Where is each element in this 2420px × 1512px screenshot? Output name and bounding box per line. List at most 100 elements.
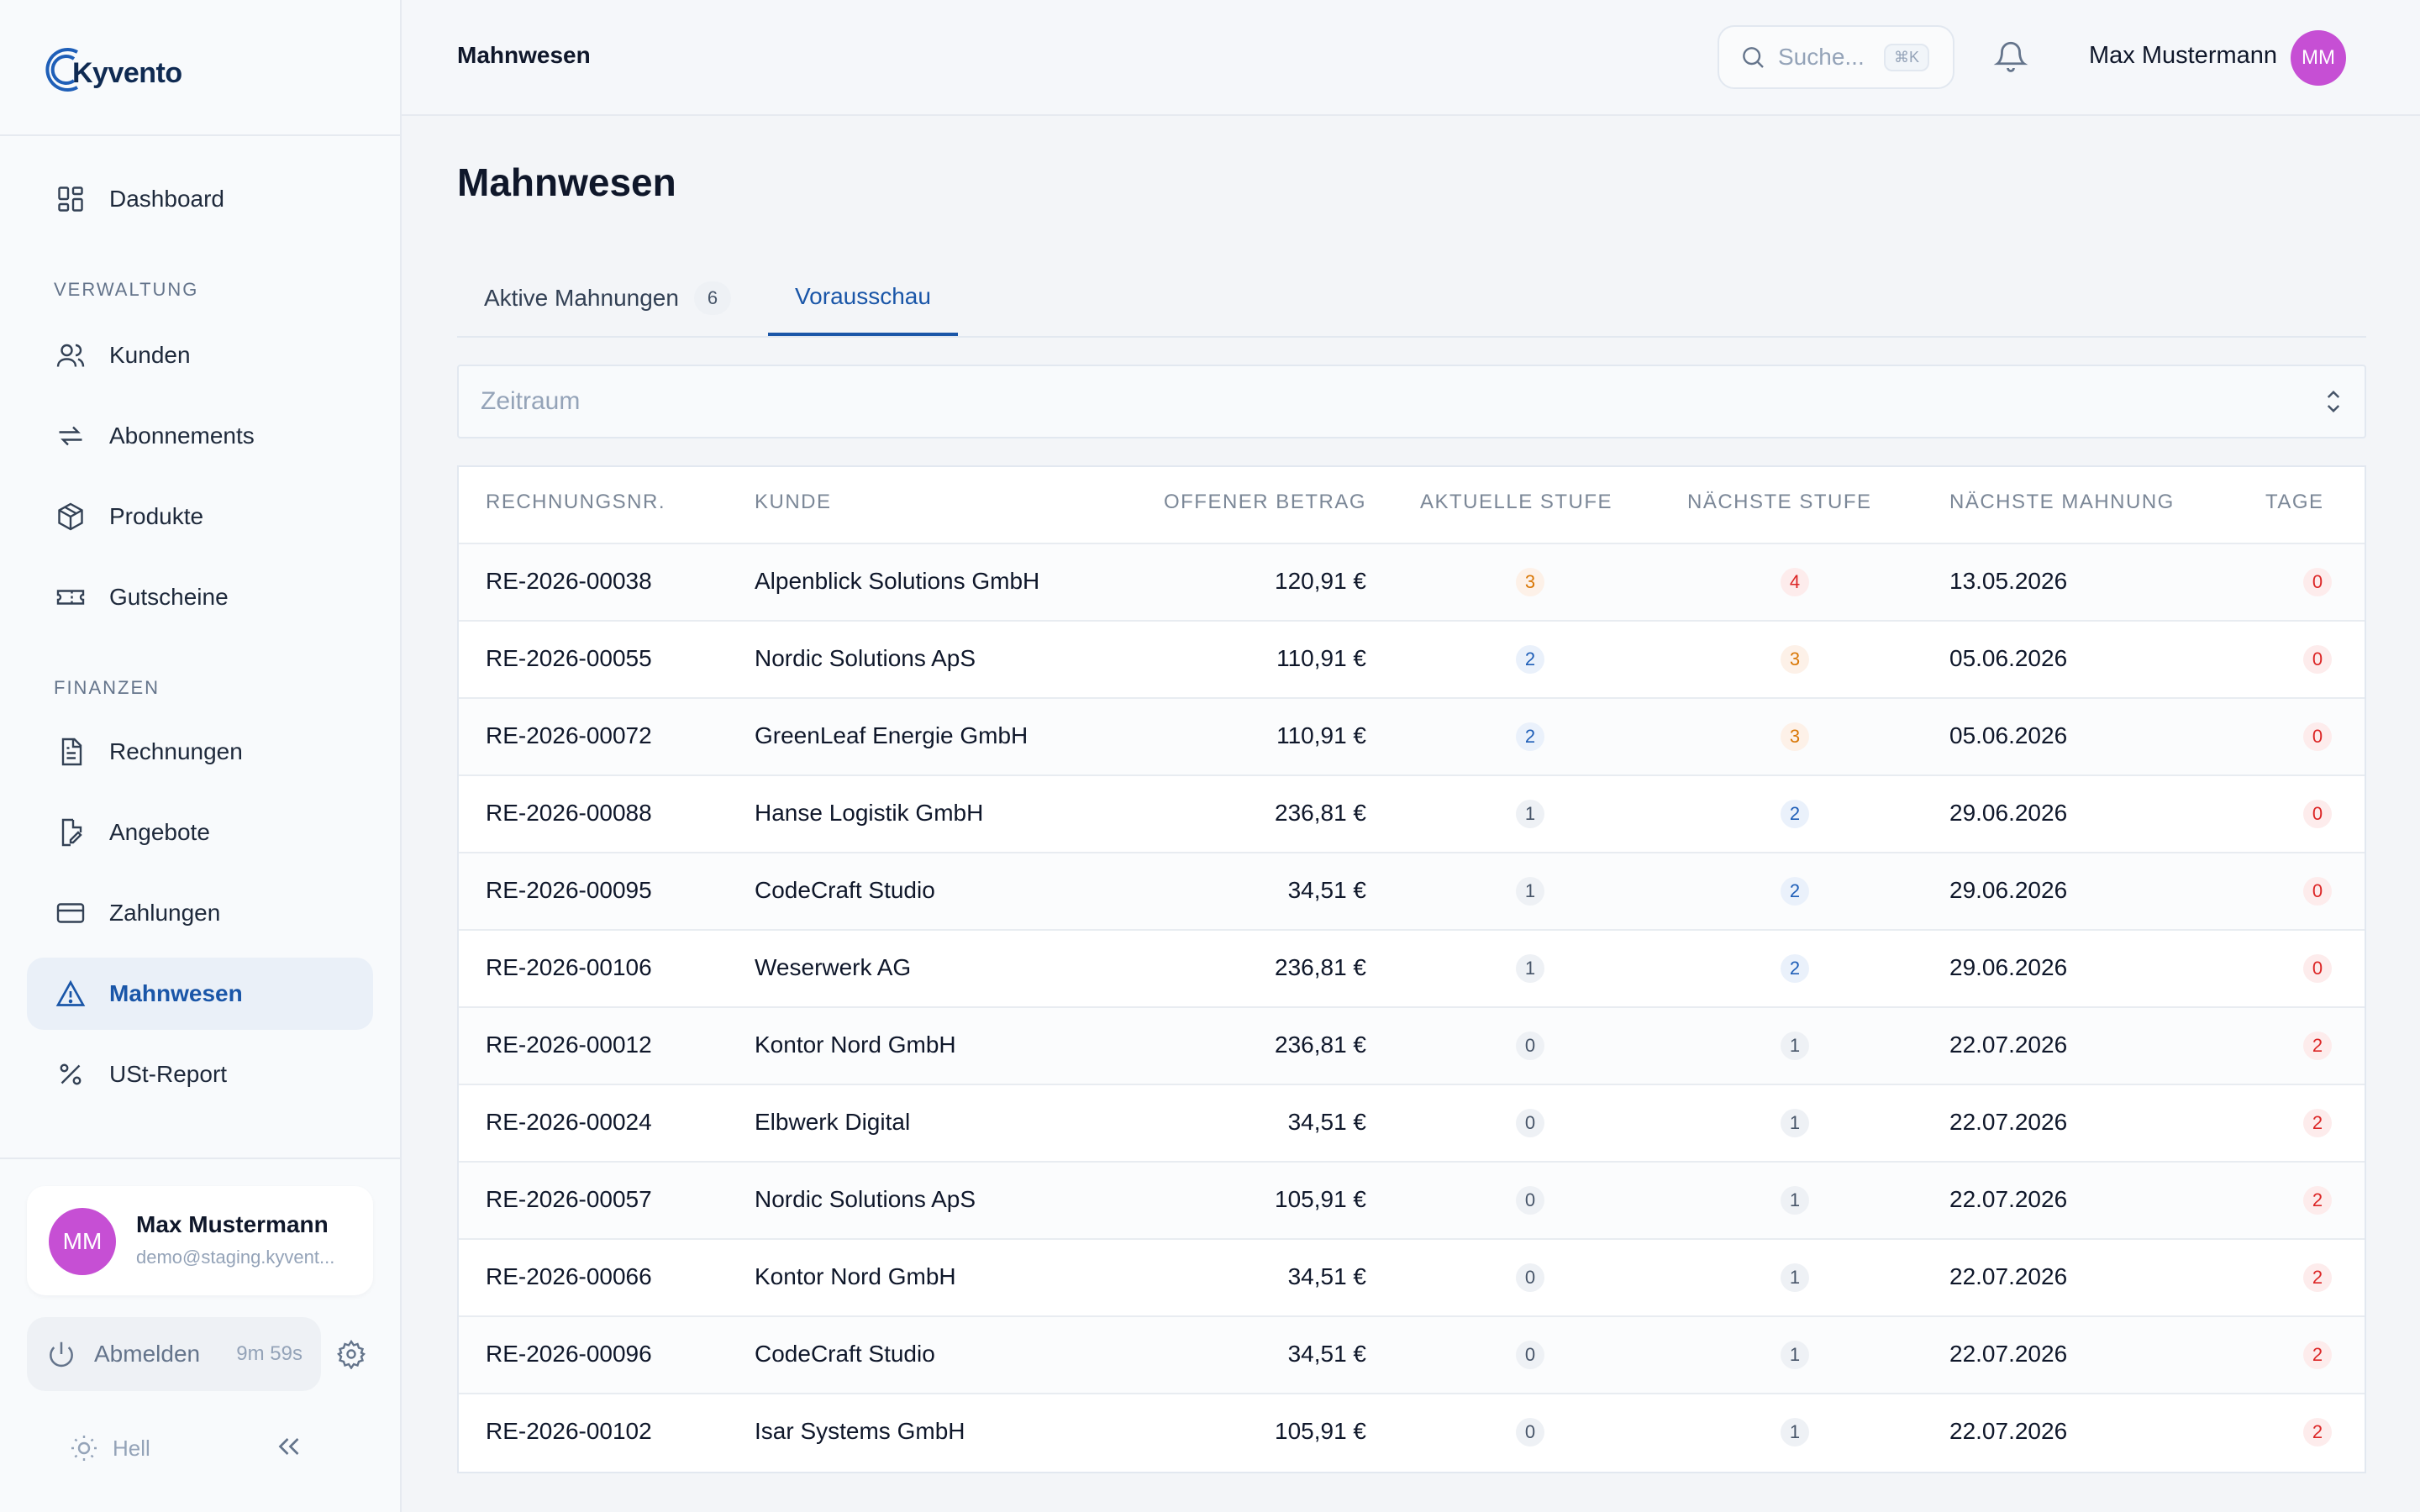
sidebar-item-label: Gutscheine: [109, 584, 229, 610]
cell-invoice[interactable]: RE-2026-00072: [486, 722, 652, 749]
header-user-name[interactable]: Max Mustermann: [2089, 42, 2277, 70]
table-row[interactable]: RE-2026-00088 Hanse Logistik GmbH 236,81 €…: [459, 776, 2365, 853]
current-level-badge: 3: [1516, 568, 1544, 596]
next-level-badge: 1: [1781, 1109, 1809, 1137]
brand-name: Kyvento: [72, 57, 182, 89]
user-card[interactable]: MM Max Mustermann demo@staging.kyvent...: [27, 1186, 373, 1295]
days-badge: 2: [2303, 1263, 2332, 1292]
cell-invoice[interactable]: RE-2026-00106: [486, 954, 652, 981]
table-row[interactable]: RE-2026-00072 GreenLeaf Energie GmbH 110,9…: [459, 699, 2365, 776]
table-row[interactable]: RE-2026-00012 Kontor Nord GmbH 236,81 € 0 1 2…: [459, 1008, 2365, 1085]
cell-customer: Isar Systems GmbH: [755, 1418, 965, 1444]
logout-button[interactable]: Abmelden 9m 59s: [27, 1317, 321, 1391]
credit-card-icon: [54, 896, 87, 930]
next-level-badge: 1: [1781, 1341, 1809, 1369]
cell-next-date: 29.06.2026: [1949, 877, 2068, 903]
tab-vorausschau[interactable]: Vorausschau: [768, 260, 958, 336]
cell-invoice[interactable]: RE-2026-00102: [486, 1418, 652, 1445]
search-input[interactable]: Suche... ⌘K: [1718, 25, 1954, 89]
cell-next-date: 05.06.2026: [1949, 645, 2068, 671]
next-level-badge: 3: [1781, 722, 1809, 751]
sidebar-item-abonnements[interactable]: Abonnements: [27, 400, 373, 472]
sidebar-item-mahnwesen[interactable]: Mahnwesen: [27, 958, 373, 1030]
tab-aktive-mahnungen[interactable]: Aktive Mahnungen 6: [484, 260, 731, 336]
gear-icon[interactable]: [336, 1339, 366, 1369]
sidebar-item-label: Angebote: [109, 819, 210, 845]
cell-invoice[interactable]: RE-2026-00038: [486, 568, 652, 595]
header-avatar[interactable]: MM: [2291, 30, 2346, 86]
cell-customer: Kontor Nord GmbH: [755, 1263, 956, 1289]
search-icon: [1743, 47, 1764, 68]
sidebar-item-produkte[interactable]: Produkte: [27, 480, 373, 553]
bell-icon[interactable]: [1993, 39, 2028, 74]
cell-amount: 34,51 €: [1287, 1109, 1366, 1135]
current-level-badge: 1: [1516, 954, 1544, 983]
days-badge: 0: [2303, 954, 2332, 983]
users-icon: [54, 339, 87, 372]
section-finanzen: FINANZEN: [54, 677, 160, 698]
sidebar-item-label: Abonnements: [109, 423, 255, 449]
table-row[interactable]: RE-2026-00024 Elbwerk Digital 34,51 € 0 1 22.…: [459, 1085, 2365, 1163]
next-level-badge: 1: [1781, 1186, 1809, 1215]
days-badge: 2: [2303, 1341, 2332, 1369]
col-days: TAGE: [2265, 491, 2324, 513]
table-row[interactable]: RE-2026-00095 CodeCraft Studio 34,51 € 1 2 29…: [459, 853, 2365, 931]
cell-next-date: 13.05.2026: [1949, 568, 2068, 594]
table-row[interactable]: RE-2026-00106 Weserwerk AG 236,81 € 1 2 29.06…: [459, 931, 2365, 1008]
days-badge: 2: [2303, 1418, 2332, 1446]
table-row[interactable]: RE-2026-00066 Kontor Nord GmbH 34,51 €0 1 22…: [459, 1240, 2365, 1317]
sidebar-item-rechnungen[interactable]: Rechnungen: [27, 716, 373, 788]
dashboard-icon: [54, 182, 87, 216]
current-level-badge: 2: [1516, 722, 1544, 751]
sidebar-item-gutscheine[interactable]: Gutscheine: [27, 561, 373, 633]
sidebar-item-label: Rechnungen: [109, 738, 243, 764]
current-level-badge: 0: [1516, 1341, 1544, 1369]
sidebar-item-zahlungen[interactable]: Zahlungen: [27, 877, 373, 949]
cell-amount: 236,81 €: [1275, 800, 1366, 826]
cell-invoice[interactable]: RE-2026-00024: [486, 1109, 652, 1136]
cell-invoice[interactable]: RE-2026-00055: [486, 645, 652, 672]
cell-amount: 236,81 €: [1275, 1032, 1366, 1058]
theme-toggle[interactable]: Hell: [69, 1433, 150, 1463]
days-badge: 2: [2303, 1186, 2332, 1215]
cell-invoice[interactable]: RE-2026-00095: [486, 877, 652, 904]
table-row[interactable]: RE-2026-00057 Nordic Solutions ApS 105,91 …: [459, 1163, 2365, 1240]
cell-customer: Hanse Logistik GmbH: [755, 800, 984, 826]
current-level-badge: 0: [1516, 1418, 1544, 1446]
table-row[interactable]: RE-2026-00102 Isar Systems GmbH 105,91 € 0 1…: [459, 1394, 2365, 1472]
col-invoice: RECHNUNGSNR.: [486, 491, 666, 513]
sidebar-item-dashboard[interactable]: Dashboard: [27, 163, 373, 235]
cell-customer: Elbwerk Digital: [755, 1109, 911, 1135]
cell-invoice[interactable]: RE-2026-00088: [486, 800, 652, 827]
period-select[interactable]: Zeitraum: [457, 365, 2366, 438]
cell-amount: 105,91 €: [1275, 1186, 1366, 1212]
cell-amount: 120,91 €: [1275, 568, 1366, 594]
cell-next-date: 29.06.2026: [1949, 800, 2068, 826]
next-level-badge: 2: [1781, 877, 1809, 906]
chevrons-left-icon[interactable]: [274, 1431, 304, 1462]
table-row[interactable]: RE-2026-00055 Nordic Solutions ApS 110,91 …: [459, 622, 2365, 699]
table-row[interactable]: RE-2026-00038 Alpenblick Solutions GmbH 12…: [459, 544, 2365, 622]
header-title: Mahnwesen: [457, 42, 591, 68]
next-level-badge: 2: [1781, 954, 1809, 983]
cell-invoice[interactable]: RE-2026-00057: [486, 1186, 652, 1213]
alert-triangle-icon: [54, 977, 87, 1011]
cell-invoice[interactable]: RE-2026-00012: [486, 1032, 652, 1058]
cell-invoice[interactable]: RE-2026-00096: [486, 1341, 652, 1368]
top-header: Mahnwesen Suche... ⌘K Max Mustermann MM: [402, 0, 2420, 116]
cell-invoice[interactable]: RE-2026-00066: [486, 1263, 652, 1290]
current-level-badge: 2: [1516, 645, 1544, 674]
table-body: RE-2026-00038 Alpenblick Solutions GmbH 12…: [459, 544, 2365, 1472]
current-level-badge: 1: [1516, 800, 1544, 828]
brand: Kyvento: [0, 0, 400, 136]
sidebar-item-kunden[interactable]: Kunden: [27, 319, 373, 391]
sidebar-divider: [0, 1158, 400, 1159]
cell-amount: 236,81 €: [1275, 954, 1366, 980]
sidebar-item-angebote[interactable]: Angebote: [27, 796, 373, 869]
next-level-badge: 1: [1781, 1263, 1809, 1292]
cell-customer: Alpenblick Solutions GmbH: [755, 568, 1040, 594]
tab-label: Vorausschau: [795, 283, 931, 309]
table-row[interactable]: RE-2026-00096 CodeCraft Studio 34,51 €0 1 22…: [459, 1317, 2365, 1394]
sidebar-item-ust-report[interactable]: USt-Report: [27, 1038, 373, 1110]
theme-label: Hell: [113, 1435, 150, 1461]
